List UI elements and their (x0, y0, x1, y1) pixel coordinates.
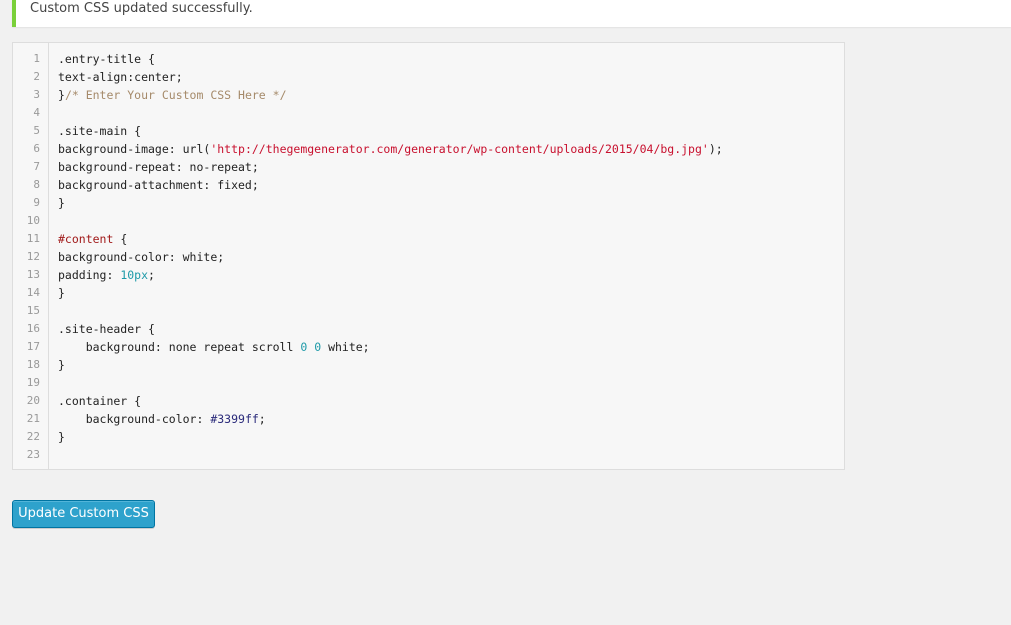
code-token-plain: background-repeat: no-repeat; (58, 160, 259, 174)
line-number: 6 (33, 142, 40, 155)
code-text: padding: 10px; (58, 266, 155, 284)
line-number: 23 (26, 448, 40, 461)
line-number: 16 (26, 322, 40, 335)
line-number: 11 (26, 232, 40, 245)
line-number: 15 (26, 304, 40, 317)
code-text: background-attachment: fixed; (58, 176, 259, 194)
code-line[interactable]: 18} (13, 356, 844, 374)
line-number: 17 (26, 340, 40, 353)
line-number: 13 (26, 268, 40, 281)
code-text: } (58, 284, 65, 302)
code-text: } (58, 428, 65, 446)
line-number: 22 (26, 430, 40, 443)
code-token-number: 10px (120, 268, 149, 282)
code-token-plain: white; (321, 340, 370, 354)
code-line[interactable]: 13 padding: 10px; (13, 266, 844, 284)
code-text: background-color: #3399ff; (58, 410, 266, 428)
code-token-id: #content (58, 232, 114, 246)
code-text: background-image: url('http://thegemgene… (58, 140, 723, 158)
line-number: 4 (33, 106, 40, 119)
code-token-string: 'http://thegemgenerator.com/generator/wp… (210, 142, 709, 156)
line-number: 5 (33, 124, 40, 137)
code-token-plain: padding: (58, 268, 121, 282)
code-line[interactable]: 2 text-align:center; (13, 68, 844, 86)
code-line[interactable]: 14} (13, 284, 844, 302)
code-token-plain: background-color: white; (58, 250, 225, 264)
code-token-plain: .entry-title { (58, 52, 155, 66)
code-line[interactable]: 1 .entry-title { (13, 50, 844, 68)
code-line[interactable]: 10 (13, 212, 844, 230)
code-token-plain: background-image: url( (58, 142, 211, 156)
code-text: }/* Enter Your Custom CSS Here */ (58, 86, 287, 104)
code-text: background-repeat: no-repeat; (58, 158, 259, 176)
code-line[interactable]: 17 background: none repeat scroll 0 0 wh… (13, 338, 844, 356)
code-token-plain: } (58, 430, 65, 444)
line-number: 3 (33, 88, 40, 101)
success-notice: Custom CSS updated successfully. (12, 0, 1011, 27)
code-line[interactable]: 4 (13, 104, 844, 122)
line-number: 2 (33, 70, 40, 83)
code-text: .entry-title { (58, 50, 155, 68)
update-custom-css-button[interactable]: Update Custom CSS (12, 500, 155, 528)
code-token-plain: .container { (58, 394, 142, 408)
code-token-plain: } (58, 196, 65, 210)
code-line[interactable]: 11 #content { (13, 230, 844, 248)
code-token-plain: text-align:center; (58, 70, 183, 84)
code-token-plain: background-color: (58, 412, 211, 426)
line-number: 20 (26, 394, 40, 407)
code-token-plain: ; (148, 268, 155, 282)
line-number: 21 (26, 412, 40, 425)
code-line[interactable]: 6 background-image: url('http://thegemgen… (13, 140, 844, 158)
line-number: 1 (33, 52, 40, 65)
code-line[interactable]: 15 (13, 302, 844, 320)
code-token-plain: .site-header { (58, 322, 155, 336)
line-number: 14 (26, 286, 40, 299)
code-token-plain: ; (258, 412, 266, 426)
code-token-comment: /* Enter Your Custom CSS Here */ (64, 88, 287, 102)
code-token-plain: background-attachment: fixed; (58, 178, 259, 192)
line-number: 10 (26, 214, 40, 227)
code-token-plain: .site-main { (58, 124, 142, 138)
code-text: text-align:center; (58, 68, 183, 86)
line-number: 9 (33, 196, 40, 209)
code-text: #content { (58, 230, 127, 248)
code-lines[interactable]: 1 .entry-title {2 text-align:center; 3}/* E… (13, 50, 844, 464)
code-text: .site-main { (58, 122, 141, 140)
code-token-plain: } (58, 358, 65, 372)
line-number: 12 (26, 250, 40, 263)
code-token-plain: } (58, 286, 65, 300)
code-line[interactable]: 9} (13, 194, 844, 212)
code-token-hex: #3399ff (210, 412, 259, 426)
code-line[interactable]: 16 .site-header { (13, 320, 844, 338)
code-text: } (58, 194, 65, 212)
code-line[interactable]: 20 .container { (13, 392, 844, 410)
line-number: 18 (26, 358, 40, 371)
css-code-editor[interactable]: 1 .entry-title {2 text-align:center; 3}/* E… (12, 42, 845, 470)
code-line[interactable]: 12 background-color: white; (13, 248, 844, 266)
code-text: .container { (58, 392, 141, 410)
code-line[interactable]: 7 background-repeat: no-repeat; (13, 158, 844, 176)
code-line[interactable]: 22} (13, 428, 844, 446)
code-text: } (58, 356, 65, 374)
code-token-plain: ); (708, 142, 723, 156)
code-token-plain: background: none repeat scroll (58, 340, 301, 354)
code-line[interactable]: 8 background-attachment: fixed; (13, 176, 844, 194)
line-number: 8 (33, 178, 40, 191)
code-text: background: none repeat scroll 0 0 white… (58, 338, 370, 356)
line-number: 7 (33, 160, 40, 173)
code-line[interactable]: 5 .site-main { (13, 122, 844, 140)
code-token-plain: } (58, 88, 65, 102)
code-line[interactable]: 23 (13, 446, 844, 464)
code-token-plain: { (113, 232, 128, 246)
code-text: .site-header { (58, 320, 155, 338)
code-line[interactable]: 3}/* Enter Your Custom CSS Here */ (13, 86, 844, 104)
code-text: background-color: white; (58, 248, 224, 266)
code-line[interactable]: 21 background-color: #3399ff; (13, 410, 844, 428)
code-line[interactable]: 19 (13, 374, 844, 392)
line-number: 19 (26, 376, 40, 389)
notice-message: Custom CSS updated successfully. (30, 1, 253, 16)
